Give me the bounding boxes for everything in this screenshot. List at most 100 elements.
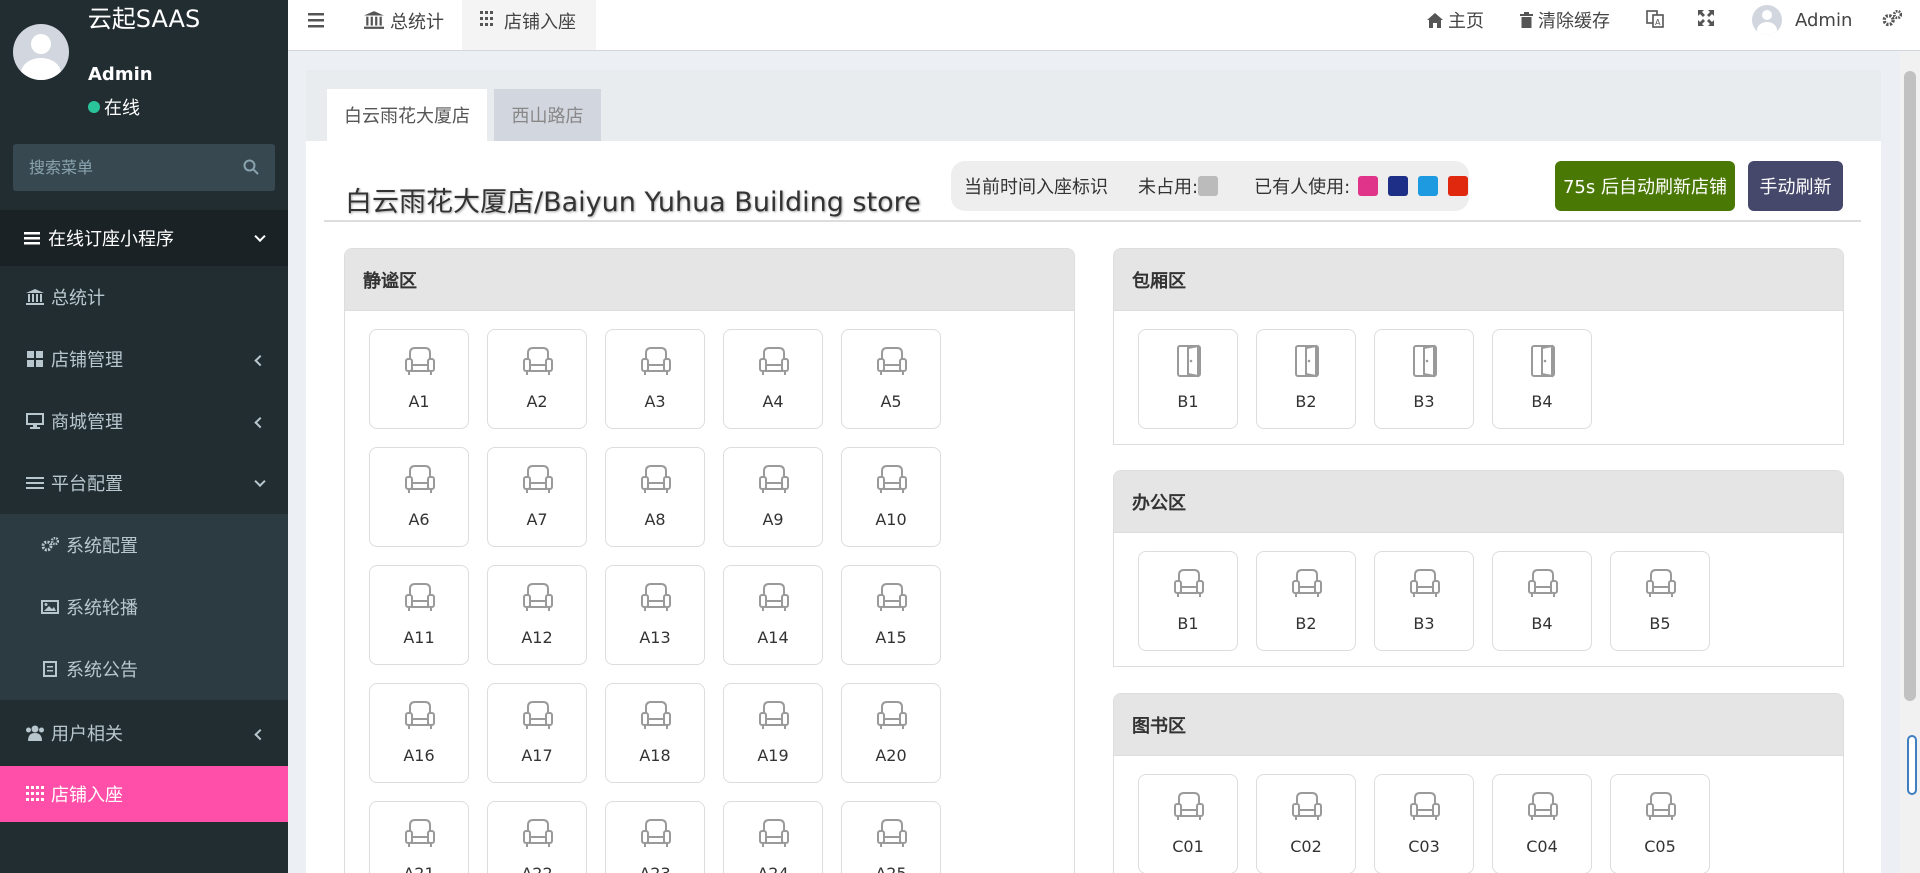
seat[interactable]: A4 — [723, 329, 823, 429]
sidebar-item-users[interactable]: 用户相关 — [0, 700, 288, 766]
seat[interactable]: A17 — [487, 683, 587, 783]
home-link[interactable]: 主页 — [1427, 7, 1484, 33]
seat[interactable]: A23 — [605, 801, 705, 873]
seat[interactable]: A21 — [369, 801, 469, 873]
seat[interactable]: A12 — [487, 565, 587, 665]
seat[interactable]: A9 — [723, 447, 823, 547]
seat[interactable]: A7 — [487, 447, 587, 547]
seat[interactable]: A20 — [841, 683, 941, 783]
seat[interactable]: A19 — [723, 683, 823, 783]
seat[interactable]: B1 — [1138, 551, 1238, 651]
seat[interactable]: A11 — [369, 565, 469, 665]
seat[interactable]: C01 — [1138, 774, 1238, 873]
seat-label: A2 — [526, 392, 548, 411]
seat[interactable]: A1 — [369, 329, 469, 429]
sidebar-header-mini-program[interactable]: 在线订座小程序 — [0, 210, 288, 266]
seat[interactable]: B2 — [1256, 551, 1356, 651]
tab-store-seating[interactable]: 店铺入座 — [462, 0, 596, 50]
zone-panel: 图书区 C01 C02 C03 C04 C05 — [1113, 693, 1844, 873]
room-seat[interactable]: B3 — [1374, 329, 1474, 429]
seat-label: A8 — [644, 510, 666, 529]
auto-refresh-button[interactable]: 75s 后自动刷新店铺 — [1555, 161, 1735, 211]
legend-occupied-swatch — [1418, 176, 1439, 196]
armchair-icon — [403, 816, 437, 850]
seat[interactable]: A22 — [487, 801, 587, 873]
seat[interactable]: A16 — [369, 683, 469, 783]
sidebar-item-mall-management[interactable]: 商城管理 — [0, 390, 288, 452]
home-icon — [1427, 12, 1443, 28]
scroll-position-indicator[interactable] — [1907, 735, 1917, 795]
legend-occupied-swatch — [1358, 176, 1379, 196]
seat[interactable]: A6 — [369, 447, 469, 547]
sidebar-item-platform-config[interactable]: 平台配置 — [0, 452, 288, 514]
seat[interactable]: A8 — [605, 447, 705, 547]
seat[interactable]: B5 — [1610, 551, 1710, 651]
platform-config-submenu: 系统配置 系统轮播 系统公告 — [0, 514, 288, 700]
manual-refresh-button[interactable]: 手动刷新 — [1748, 161, 1843, 211]
tab-label: 店铺入座 — [504, 12, 576, 33]
store-tab-xishan[interactable]: 西山路店 — [494, 89, 601, 141]
seat-label: B3 — [1413, 614, 1435, 633]
seat[interactable]: A10 — [841, 447, 941, 547]
clear-cache-label: 清除缓存 — [1538, 11, 1610, 32]
menu-toggle-icon[interactable] — [308, 12, 326, 28]
seat-label: A11 — [403, 628, 435, 647]
zone-title: 办公区 — [1114, 471, 1843, 533]
armchair-icon — [521, 698, 555, 732]
seat-label: B3 — [1413, 392, 1435, 411]
seat-label: A13 — [639, 628, 671, 647]
room-seat[interactable]: B4 — [1492, 329, 1592, 429]
seat[interactable]: C04 — [1492, 774, 1592, 873]
seat[interactable]: C05 — [1610, 774, 1710, 873]
store-tab-baiyun[interactable]: 白云雨花大厦店 — [327, 89, 487, 141]
seat[interactable]: C03 — [1374, 774, 1474, 873]
seat[interactable]: A3 — [605, 329, 705, 429]
scrollbar-thumb[interactable] — [1904, 71, 1916, 701]
armchair-icon — [1290, 566, 1324, 600]
seat[interactable]: A13 — [605, 565, 705, 665]
fullscreen-button[interactable] — [1698, 10, 1714, 26]
translate-button[interactable]: A — [1646, 10, 1664, 28]
seat[interactable]: A24 — [723, 801, 823, 873]
sidebar-item-statistics[interactable]: 总统计 — [0, 266, 288, 328]
armchair-icon — [757, 344, 791, 378]
search-icon[interactable] — [243, 159, 259, 175]
sidebar-item-system-config[interactable]: 系统配置 — [0, 514, 288, 576]
sidebar-item-store-seating[interactable]: 店铺入座 — [0, 766, 288, 822]
armchair-icon — [403, 344, 437, 378]
user-menu[interactable]: Admin — [1752, 5, 1852, 35]
armchair-icon — [521, 816, 555, 850]
sidebar-item-store-management[interactable]: 店铺管理 — [0, 328, 288, 390]
seat-label: B1 — [1177, 614, 1199, 633]
seat-label: C05 — [1644, 837, 1676, 856]
seat[interactable]: A14 — [723, 565, 823, 665]
room-seat[interactable]: B1 — [1138, 329, 1238, 429]
clear-cache-button[interactable]: 清除缓存 — [1520, 7, 1610, 33]
zone-title: 包厢区 — [1114, 249, 1843, 311]
seat[interactable]: A2 — [487, 329, 587, 429]
sidebar-item-system-carousel[interactable]: 系统轮播 — [0, 576, 288, 638]
seat[interactable]: B4 — [1492, 551, 1592, 651]
seat[interactable]: B3 — [1374, 551, 1474, 651]
sidebar-item-system-notice[interactable]: 系统公告 — [0, 638, 288, 700]
room-seat[interactable]: B2 — [1256, 329, 1356, 429]
seat-label: A1 — [408, 392, 430, 411]
seat[interactable]: A25 — [841, 801, 941, 873]
seat[interactable]: A5 — [841, 329, 941, 429]
armchair-icon — [639, 698, 673, 732]
seat[interactable]: A18 — [605, 683, 705, 783]
sidebar-item-label: 平台配置 — [51, 474, 123, 495]
armchair-icon — [521, 344, 555, 378]
seat-label: A25 — [842, 864, 940, 873]
menu-search-placeholder: 搜索菜单 — [29, 158, 94, 177]
settings-button[interactable] — [1882, 10, 1902, 28]
armchair-icon — [1172, 789, 1206, 823]
menu-search-input[interactable]: 搜索菜单 — [13, 144, 275, 191]
seat[interactable]: C02 — [1256, 774, 1356, 873]
sidebar: 云起SAAS Admin 在线 搜索菜单 在线订座小程序 总统计 店铺管理 商城… — [0, 0, 288, 873]
document-icon — [40, 660, 60, 678]
tab-statistics[interactable]: 总统计 — [364, 0, 460, 50]
sidebar-menu: 在线订座小程序 总统计 店铺管理 商城管理 平台配置 系统配置 系统轮播 系统公… — [0, 210, 288, 822]
seat-label: A24 — [724, 864, 822, 873]
seat[interactable]: A15 — [841, 565, 941, 665]
